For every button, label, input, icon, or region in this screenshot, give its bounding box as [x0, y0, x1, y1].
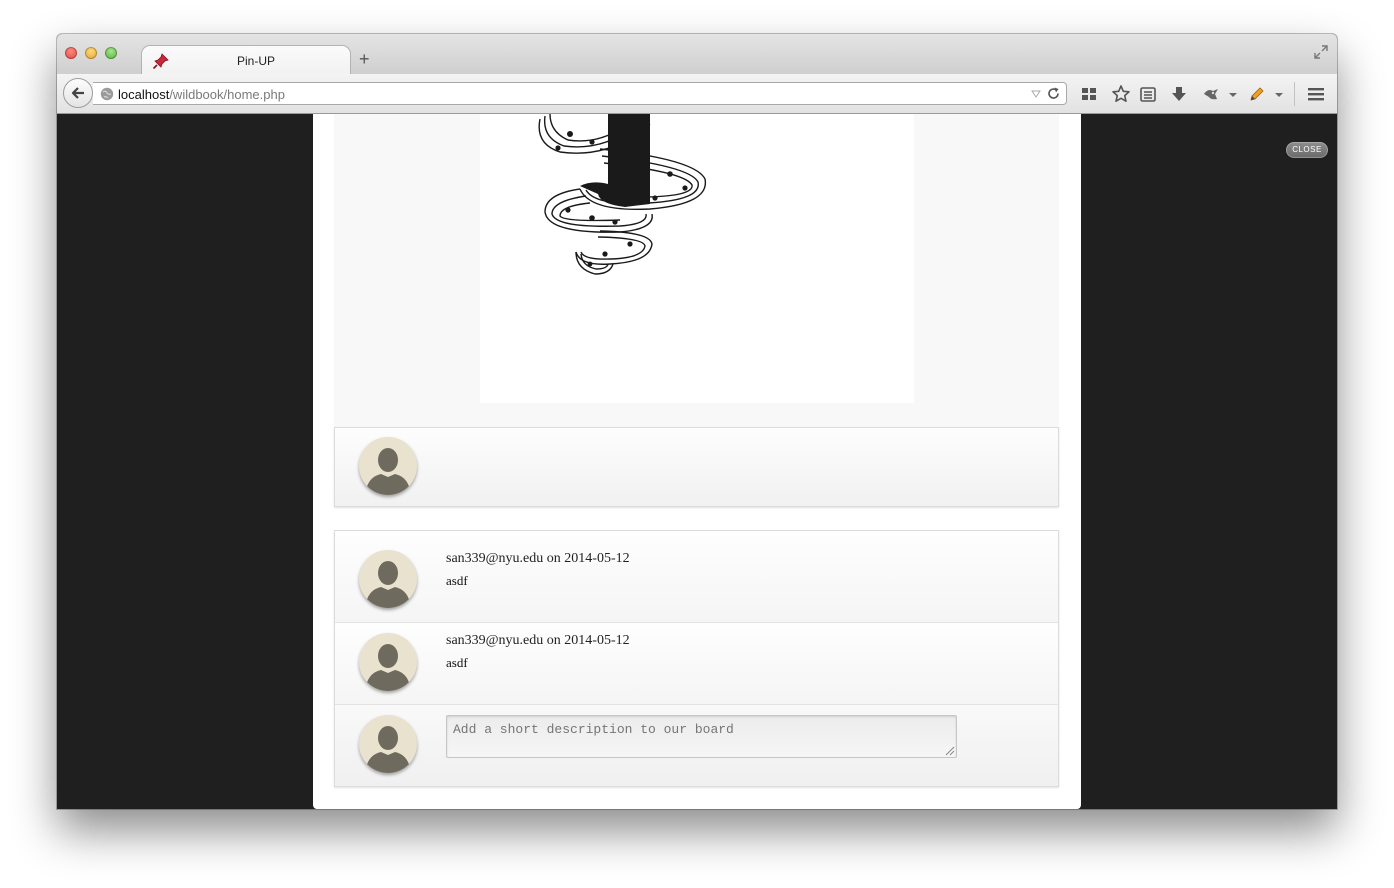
- pinner-card: [334, 427, 1059, 507]
- window-zoom-button[interactable]: [105, 47, 117, 59]
- music-staff-spiral-illustration: [538, 113, 707, 275]
- pin-image: [480, 113, 914, 403]
- menu-icon[interactable]: [1306, 84, 1326, 104]
- resize-grip-icon[interactable]: [944, 745, 955, 756]
- pencil-dropdown-icon[interactable]: [1269, 84, 1289, 104]
- reload-icon[interactable]: [1046, 86, 1061, 101]
- navigation-toolbar: localhost/wildbook/home.php: [57, 74, 1337, 114]
- new-tab-button[interactable]: +: [359, 49, 370, 69]
- comment-date: 2014-05-12: [564, 633, 630, 648]
- back-arrow-icon: [71, 87, 84, 99]
- window-close-button[interactable]: [65, 47, 77, 59]
- comments-card: san339@nyu.edu on 2014-05-12 asdf san339…: [334, 530, 1059, 787]
- comment-author[interactable]: san339@nyu.edu: [446, 551, 543, 566]
- avatar[interactable]: [359, 550, 417, 608]
- download-icon[interactable]: [1169, 84, 1189, 104]
- comment-on-label: on: [546, 633, 561, 648]
- avatar[interactable]: [359, 715, 417, 773]
- user-silhouette-icon: [365, 644, 411, 691]
- comment-meta: san339@nyu.edu on 2014-05-12: [446, 551, 630, 567]
- comment-input[interactable]: [446, 715, 957, 758]
- bookmarks-grid-icon[interactable]: [1079, 84, 1099, 104]
- pin-detail-panel: san339@nyu.edu on 2014-05-12 asdf san339…: [313, 113, 1081, 809]
- comment-meta: san339@nyu.edu on 2014-05-12: [446, 633, 630, 649]
- comment-text: asdf: [446, 655, 468, 670]
- user-silhouette-icon: [365, 448, 411, 495]
- comment-row: san339@nyu.edu on 2014-05-12 asdf: [335, 531, 1058, 623]
- toolbar-separator: [1294, 82, 1295, 106]
- back-button[interactable]: [63, 78, 93, 108]
- url-host: localhost: [118, 87, 170, 102]
- window-minimize-button[interactable]: [85, 47, 97, 59]
- pencil-icon[interactable]: [1247, 84, 1267, 104]
- avatar[interactable]: [359, 633, 417, 691]
- globe-icon: [100, 87, 114, 101]
- addon-dropdown-icon[interactable]: [1223, 84, 1243, 104]
- user-silhouette-icon: [365, 726, 411, 773]
- comment-row: san339@nyu.edu on 2014-05-12 asdf: [335, 623, 1058, 705]
- tab-strip: Pin-UP +: [57, 34, 1337, 76]
- pin-image-section: [334, 113, 1059, 428]
- url-text: localhost/wildbook/home.php: [118, 87, 285, 102]
- star-icon[interactable]: [1111, 84, 1131, 104]
- comment-form-row: [335, 705, 1058, 786]
- user-silhouette-icon: [365, 561, 411, 608]
- close-button[interactable]: CLOSE: [1286, 142, 1328, 158]
- avatar[interactable]: [359, 437, 417, 495]
- url-path: /wildbook/home.php: [169, 87, 285, 102]
- comment-text: asdf: [446, 573, 468, 588]
- comment-date: 2014-05-12: [564, 551, 630, 566]
- comment-on-label: on: [546, 551, 561, 566]
- comment-author[interactable]: san339@nyu.edu: [446, 633, 543, 648]
- tab-title: Pin-UP: [236, 54, 275, 68]
- reading-list-icon[interactable]: [1138, 84, 1158, 104]
- fullscreen-icon[interactable]: [1313, 44, 1329, 60]
- history-dropdown-icon[interactable]: [1030, 88, 1042, 100]
- page-content: CLOSE san339@nyu.edu on 2014-05-12 asdf …: [57, 113, 1337, 809]
- url-bar[interactable]: localhost/wildbook/home.php: [93, 82, 1067, 105]
- browser-window: Pin-UP + localhost/wildbook/home.php CLO…: [57, 34, 1337, 809]
- browser-tab[interactable]: Pin-UP: [141, 45, 351, 76]
- addon-icon[interactable]: [1201, 84, 1221, 104]
